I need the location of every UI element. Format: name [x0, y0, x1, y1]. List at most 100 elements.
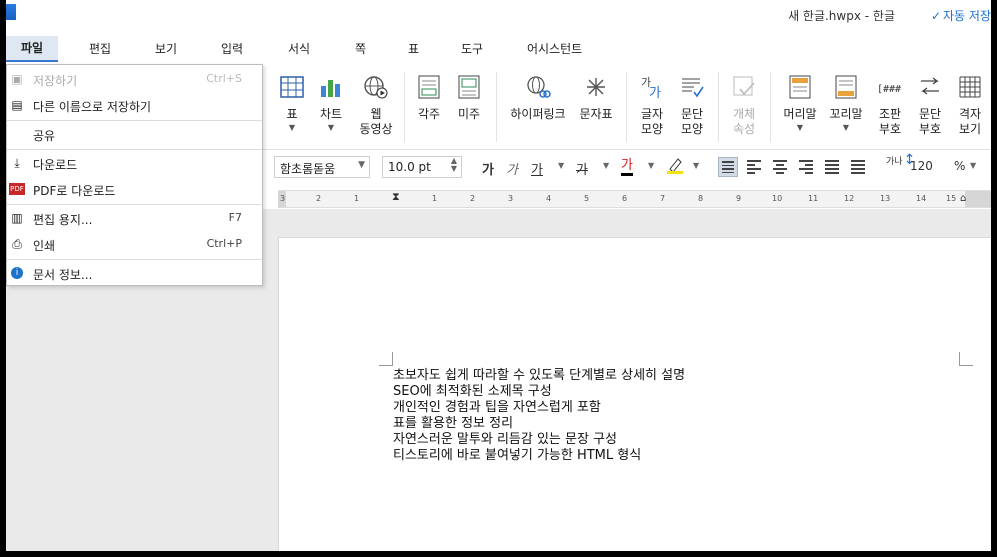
autosave-toggle[interactable]: ✓ 자동 저장 — [931, 7, 991, 24]
indent-marker-icon[interactable]: ⧗ — [392, 190, 400, 204]
menu-insert[interactable]: 입력 — [221, 40, 243, 57]
ruler-tick: 3 — [508, 194, 514, 203]
ribbon-divider — [404, 72, 405, 142]
menu-item-print[interactable]: ⎙ 인쇄 Ctrl+P — [7, 232, 262, 256]
app-logo-icon — [6, 4, 16, 20]
ruler-tick: 4 — [546, 194, 552, 203]
align-split-button[interactable] — [848, 157, 868, 177]
font-name-value: 함초롬돋움 — [280, 162, 336, 176]
object-properties-button[interactable]: 개체 속성 — [728, 74, 760, 137]
menu-item-label: 문서 정보... — [33, 268, 93, 282]
char-shape-label-2: 모양 — [640, 122, 664, 136]
web-video-button[interactable]: 웹 동영상 — [356, 74, 396, 137]
paragraph-mark-icon — [917, 74, 943, 100]
ruler-tick: 6 — [622, 194, 628, 203]
grid-view-label-2: 보기 — [958, 122, 982, 136]
chart-label: 차트 — [319, 107, 343, 121]
menu-table[interactable]: 표 — [408, 40, 419, 57]
document-body-text[interactable]: 초보자도 쉽게 따라할 수 있도록 단계별로 상세히 설명 SEO에 최적화된 … — [393, 368, 685, 464]
menu-page[interactable]: 쪽 — [355, 40, 366, 57]
menu-edit[interactable]: 편집 — [89, 40, 111, 57]
bold-button[interactable]: 가 — [482, 159, 494, 178]
menu-item-doc-info[interactable]: i 문서 정보... — [7, 261, 262, 285]
align-left-button[interactable] — [744, 157, 764, 177]
menu-item-page-setup[interactable]: ▥ 편집 용지... F7 — [7, 206, 262, 230]
chevron-down-icon: ▼ — [648, 161, 655, 170]
menu-item-label: 인쇄 — [33, 239, 56, 253]
horizontal-ruler[interactable]: 3 2 1 ⧗ 1 2 3 4 5 6 7 8 9 10 11 12 13 14… — [278, 190, 991, 208]
app-window: 새 한글.hwpx - 한글 ✓ 자동 저장 파일 편집 보기 입력 서식 쪽 표… — [6, 0, 991, 551]
paragraph-mark-button[interactable]: 문단 부호 — [914, 74, 946, 137]
ribbon-divider — [770, 72, 771, 142]
compose-mark-label-2: 부호 — [878, 122, 902, 136]
highlight-button[interactable] — [666, 157, 684, 179]
bar-chart-icon — [318, 74, 344, 100]
menu-item-save[interactable]: ▣ 저장하기 Ctrl+S — [7, 67, 262, 91]
text-line: 개인적인 경험과 팁을 자연스럽게 포함 — [393, 400, 601, 415]
underline-button[interactable]: 가 — [531, 159, 543, 178]
line-spacing-unit[interactable]: % — [954, 159, 965, 173]
menu-item-download[interactable]: ⤓ 다운로드 — [7, 151, 262, 175]
endnote-button[interactable]: 미주 — [454, 74, 484, 122]
ribbon-divider — [496, 72, 497, 142]
line-spacing-value[interactable]: 120 — [910, 159, 933, 173]
char-map-button[interactable]: 문자표 — [576, 74, 616, 122]
ruler-right-margin — [965, 191, 991, 207]
line-spacing-icon-label: 가나 — [886, 157, 903, 167]
chart-button[interactable]: 차트 ▼ — [316, 74, 346, 134]
italic-button[interactable]: 가 — [506, 159, 518, 178]
compose-mark-button[interactable]: [###] 조판 부호 — [874, 74, 906, 137]
footer-button[interactable]: 꼬리말 ▼ — [826, 74, 866, 134]
hyperlink-button[interactable]: 하이퍼링크 — [506, 74, 570, 122]
hyperlink-icon — [525, 74, 551, 100]
align-distribute-button[interactable] — [822, 157, 842, 177]
footnote-button[interactable]: 각주 — [414, 74, 444, 122]
svg-text:가: 가 — [649, 86, 661, 99]
font-color-button[interactable]: 가 — [621, 159, 633, 176]
menu-item-pdf-download[interactable]: PDF PDF로 다운로드 — [7, 177, 262, 201]
header-button[interactable]: 머리말 ▼ — [780, 74, 820, 134]
menu-format[interactable]: 서식 — [288, 40, 310, 57]
align-center-button[interactable] — [770, 157, 790, 177]
grid-icon — [957, 74, 983, 100]
char-shape-button[interactable]: 가가 글자 모양 — [636, 74, 668, 137]
menu-item-shortcut: F7 — [228, 211, 242, 224]
menu-assistant[interactable]: 어시스턴트 — [527, 40, 582, 57]
page-corner-mark — [959, 352, 973, 366]
menu-item-share[interactable]: 공유 — [7, 122, 262, 146]
font-size-input[interactable]: 10.0 pt ▲ ▼ — [382, 156, 462, 178]
ruler-tick: 1 — [432, 194, 438, 203]
document-page[interactable]: 초보자도 쉽게 따라할 수 있도록 단계별로 상세히 설명 SEO에 최적화된 … — [278, 237, 991, 551]
menu-tools[interactable]: 도구 — [461, 40, 483, 57]
grid-view-button[interactable]: 격자 보기 — [954, 74, 986, 137]
menu-item-save-as[interactable]: ▤ 다른 이름으로 저장하기 — [7, 93, 262, 117]
page-setup-icon: ▥ — [11, 211, 23, 225]
table-label: 표 — [286, 107, 298, 121]
menu-file[interactable]: 파일 — [6, 36, 58, 62]
file-menu-dropdown: ▣ 저장하기 Ctrl+S ▤ 다른 이름으로 저장하기 공유 ⤓ 다운로드 P… — [6, 64, 263, 286]
pdf-icon: PDF — [9, 183, 25, 195]
autosave-label: 자동 저장 — [943, 9, 991, 23]
download-icon: ⤓ — [14, 156, 20, 170]
chevron-down-icon: ▼ — [796, 123, 804, 132]
text-line: 자연스러운 말투와 리듬감 있는 문장 구성 — [393, 432, 617, 447]
title-bar: 새 한글.hwpx - 한글 ✓ 자동 저장 — [6, 0, 991, 30]
font-size-value: 10.0 pt — [388, 160, 431, 174]
table-button[interactable]: 표 ▼ — [278, 74, 306, 134]
menu-divider — [7, 149, 262, 150]
hyperlink-label: 하이퍼링크 — [510, 107, 566, 121]
font-name-select[interactable]: 함초롬돋움 ▼ — [274, 156, 370, 178]
strikethrough-button[interactable]: 가 — [576, 159, 588, 178]
menu-item-label: 다운로드 — [33, 158, 78, 172]
align-justify-button[interactable] — [718, 157, 738, 177]
chevron-down-icon: ▼ — [288, 123, 296, 132]
para-shape-button[interactable]: 문단 모양 — [676, 74, 708, 137]
menu-view[interactable]: 보기 — [155, 40, 177, 57]
header-icon — [787, 74, 813, 100]
right-indent-marker-icon[interactable]: ⌂ — [960, 193, 966, 204]
chevron-down-icon: ▼ — [693, 161, 700, 170]
chevron-down-icon: ▼ — [558, 161, 565, 170]
menu-divider — [7, 204, 262, 205]
align-right-button[interactable] — [796, 157, 816, 177]
web-video-label-2: 동영상 — [359, 122, 393, 136]
